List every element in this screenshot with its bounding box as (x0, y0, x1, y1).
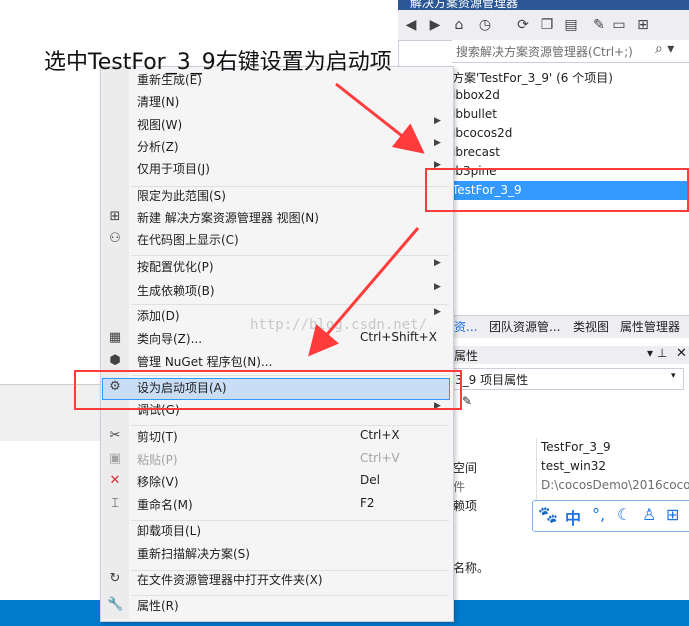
arrow-to-menu-item (308, 227, 420, 357)
arrow-to-project (335, 82, 425, 154)
annotation-arrows (308, 82, 425, 357)
